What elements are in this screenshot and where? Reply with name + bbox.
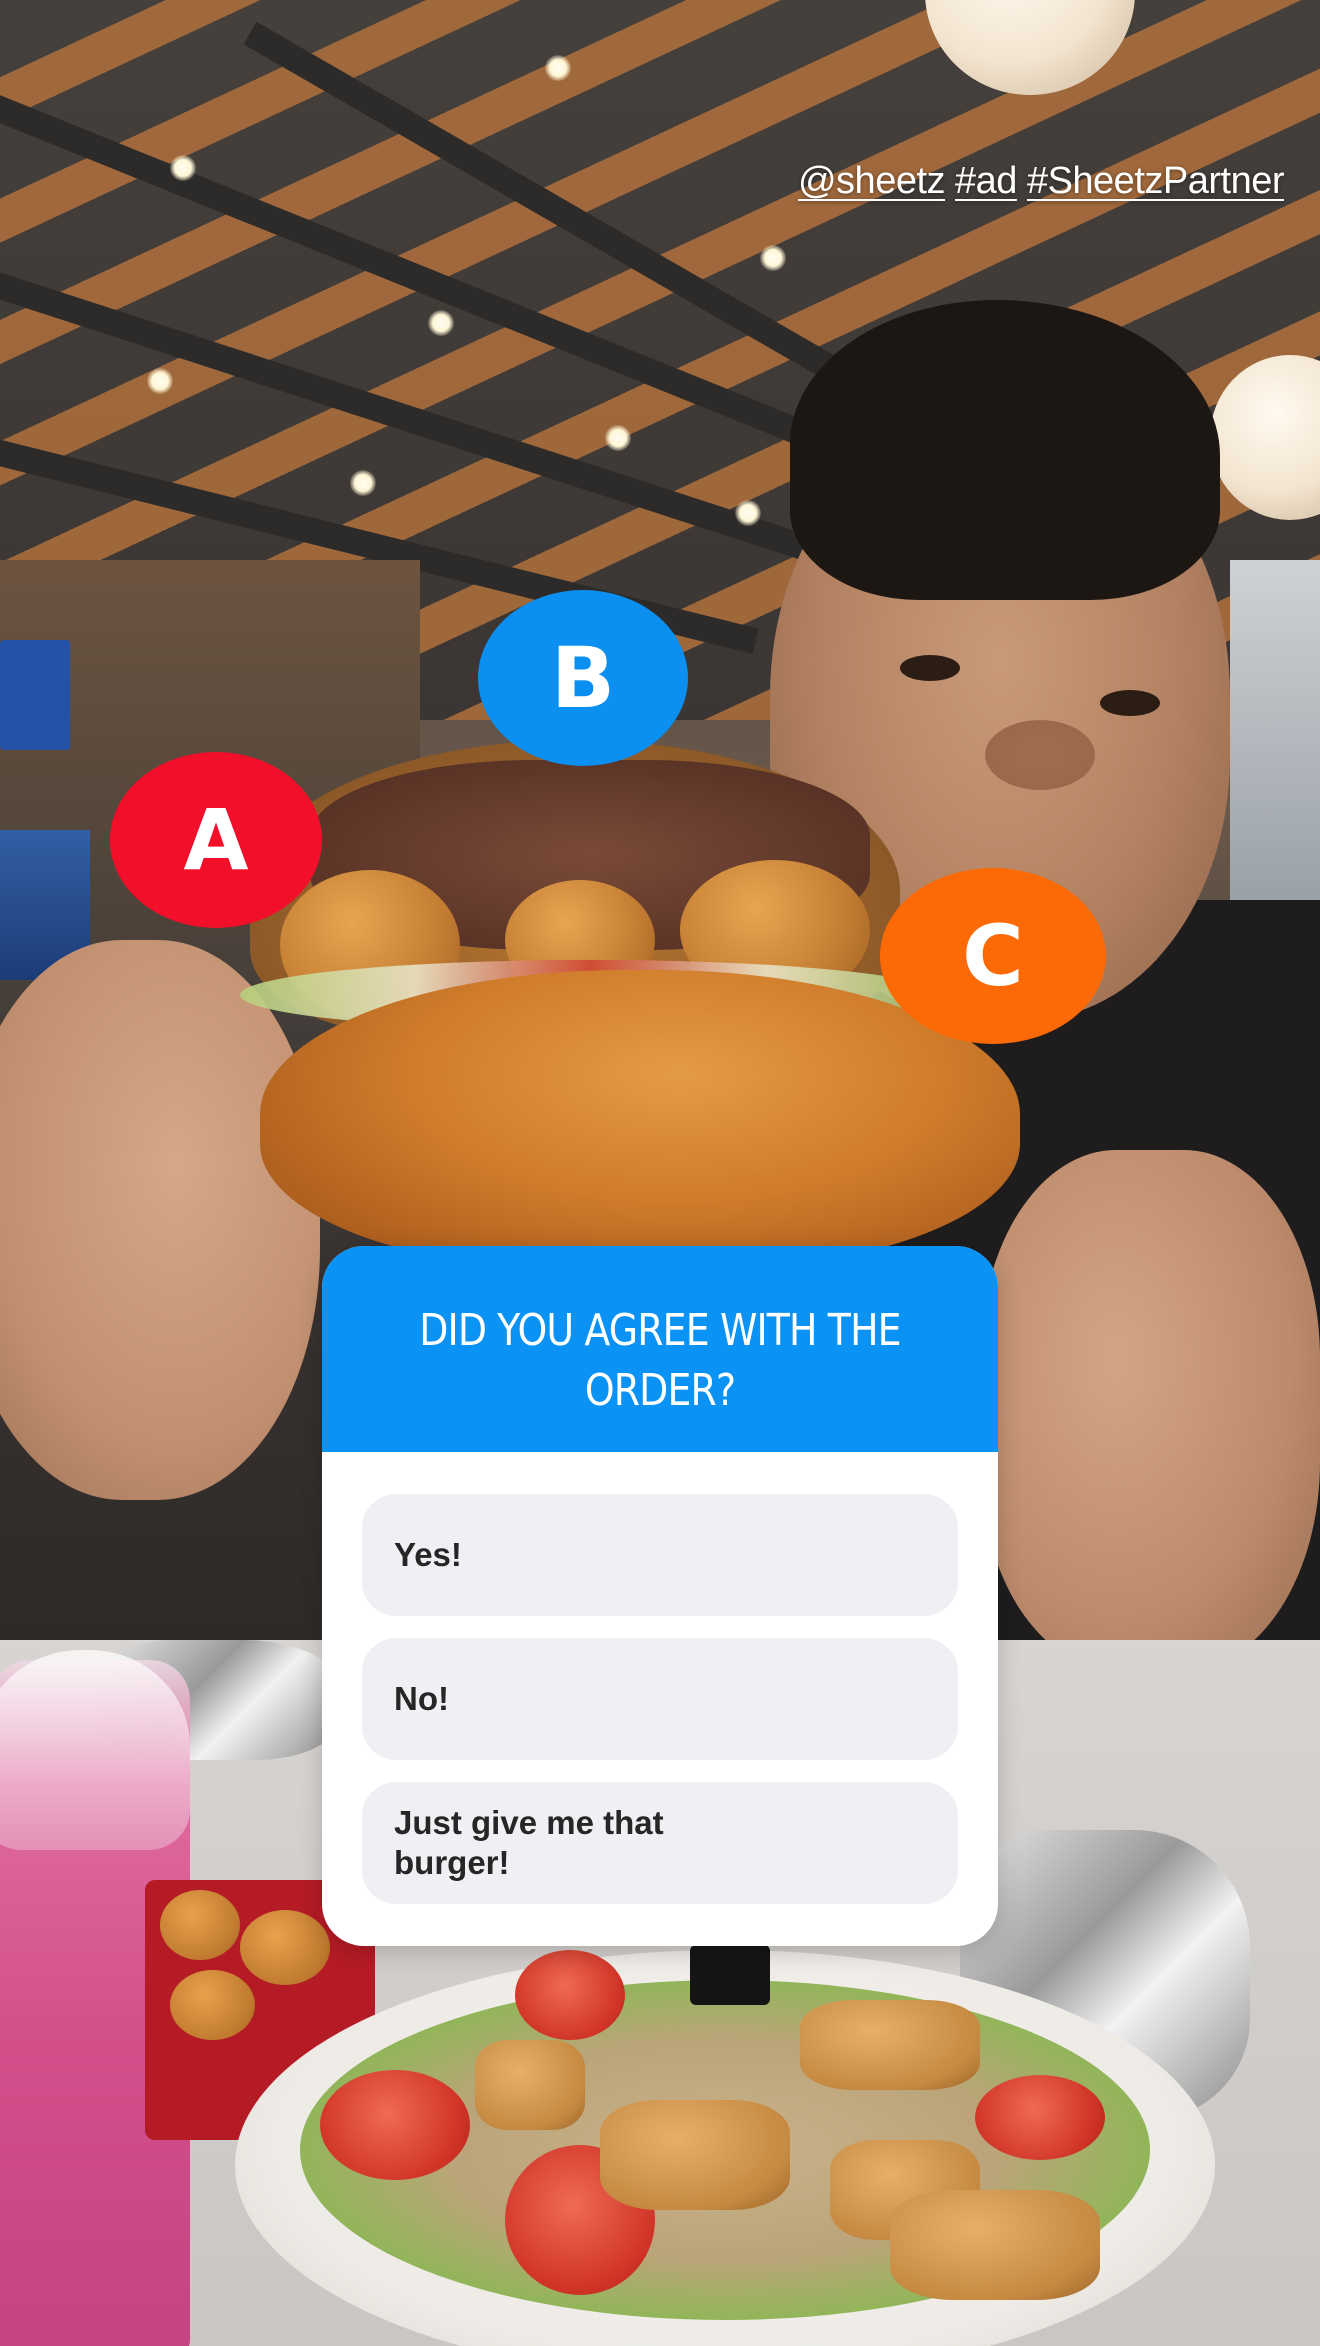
left-hand [0, 940, 320, 1500]
chicken-strip [600, 2100, 790, 2210]
quiz-sticker: DID YOU AGREE WITH THE ORDER? Yes! No! J… [322, 1246, 998, 1946]
tomato-slice [515, 1950, 625, 2040]
marker-a: A [110, 752, 322, 928]
person-eye [1100, 690, 1160, 716]
quiz-options: Yes! No! Just give me that burger! [322, 1452, 998, 1904]
ceiling-light [545, 55, 571, 81]
ceiling-light [350, 470, 376, 496]
quiz-option-yes[interactable]: Yes! [362, 1494, 958, 1616]
person-nose [985, 720, 1095, 790]
person-eye [900, 655, 960, 681]
smoothie-lid [0, 1650, 190, 1850]
ceiling-light [735, 500, 761, 526]
store-sign [0, 640, 70, 750]
ceiling-light [428, 310, 454, 336]
quiz-question: DID YOU AGREE WITH THE ORDER? [419, 1305, 901, 1416]
hashtag-ad[interactable]: #ad [955, 160, 1017, 203]
mention-tag[interactable]: @sheetz [798, 160, 946, 203]
chicken-strip [890, 2190, 1100, 2300]
ceiling-light [170, 155, 196, 181]
quiz-option-burger[interactable]: Just give me that burger! [362, 1782, 958, 1904]
ceiling-light [605, 425, 631, 451]
marker-c: C [880, 868, 1106, 1044]
marker-b: B [478, 590, 688, 766]
sponsor-tags: @sheetz #ad #SheetzPartner [798, 160, 1285, 203]
option-label: No! [394, 1680, 449, 1717]
ceiling-light [147, 368, 173, 394]
story-background-photo [0, 0, 1320, 2346]
tomato-slice [320, 2070, 470, 2180]
fork [690, 1945, 770, 2005]
ceiling-light [760, 245, 786, 271]
quiz-option-no[interactable]: No! [362, 1638, 958, 1760]
box-bite [160, 1890, 240, 1960]
quiz-header: DID YOU AGREE WITH THE ORDER? [322, 1246, 998, 1452]
hashtag-partner[interactable]: #SheetzPartner [1027, 160, 1285, 203]
burger-bottom-bun [260, 970, 1020, 1270]
box-bite [170, 1970, 255, 2040]
chicken-strip [800, 2000, 980, 2090]
chicken-strip [475, 2040, 585, 2130]
box-bite [240, 1910, 330, 1985]
tomato-slice [975, 2075, 1105, 2160]
option-label: Yes! [394, 1536, 462, 1573]
right-hand [980, 1150, 1320, 1670]
option-label: Just give me that burger! [394, 1804, 664, 1881]
